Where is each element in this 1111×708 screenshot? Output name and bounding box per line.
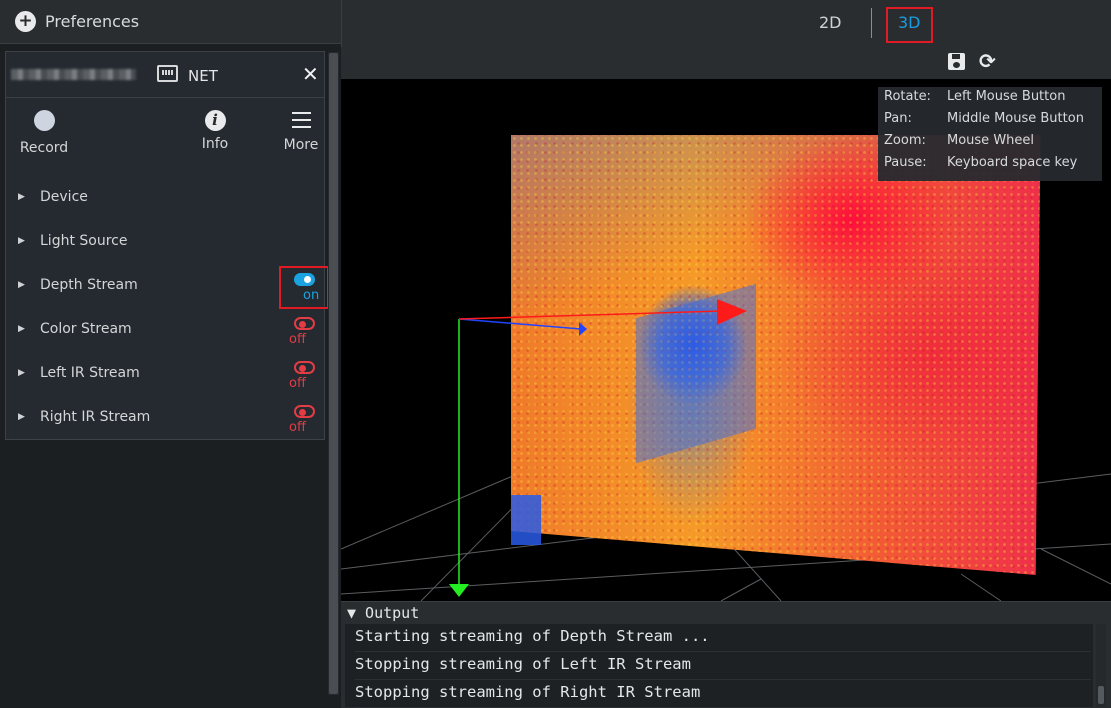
toggle-state-label: on	[303, 288, 320, 303]
left-ir-stream-toggle[interactable]	[294, 361, 315, 374]
plus-circle-icon[interactable]: +	[15, 11, 36, 32]
record-button[interactable]: Record	[9, 108, 79, 160]
hint-value: Mouse Wheel	[947, 133, 1035, 148]
section-label: Color Stream	[40, 321, 132, 337]
sidebar-scrollbar-thumb[interactable]	[329, 53, 338, 694]
axis-z-arrow	[579, 322, 587, 336]
device-panel: NET ✕ Record i Info More ▶ Device ▶ Ligh…	[5, 51, 325, 440]
preferences-sidebar: + Preferences NET ✕ Record i Info More ▶…	[0, 0, 341, 708]
log-line: Stopping streaming of Left IR Stream	[355, 652, 1091, 680]
hint-key: Pause:	[884, 155, 927, 170]
info-button[interactable]: i Info	[180, 108, 250, 160]
hint-row-rotate: Rotate: Left Mouse Button	[884, 87, 1104, 109]
viewer-toolbar: ⟳	[341, 47, 1111, 79]
section-label: Right IR Stream	[40, 409, 151, 425]
output-collapse-toggle[interactable]: ▼ Output	[347, 602, 419, 624]
view-tabbar: 2D 3D	[341, 0, 1111, 47]
device-panel-header: NET ✕	[6, 52, 324, 98]
more-button[interactable]: More	[266, 108, 336, 160]
axis-x-arrow	[717, 299, 747, 325]
expand-arrow-icon: ▶	[18, 280, 25, 290]
color-stream-toggle[interactable]	[294, 317, 315, 330]
axis-y-arrow	[449, 584, 469, 597]
network-port-icon	[157, 65, 178, 82]
tab-separator	[871, 8, 872, 38]
log-line: Starting streaming of Depth Stream ...	[355, 624, 1091, 652]
info-label: Info	[201, 136, 229, 152]
section-device[interactable]: ▶ Device	[6, 184, 324, 228]
hint-row-pan: Pan: Middle Mouse Button	[884, 109, 1104, 131]
refresh-icon[interactable]: ⟳	[979, 49, 996, 73]
connection-label: NET	[188, 67, 218, 85]
controls-hint-panel: Rotate: Left Mouse Button Pan: Middle Mo…	[878, 87, 1102, 181]
hint-value: Keyboard space key	[947, 155, 1078, 170]
expand-arrow-icon: ▶	[18, 192, 25, 202]
axis-x	[458, 310, 722, 320]
hint-key: Zoom:	[884, 133, 926, 148]
log-line: Stopping streaming of Right IR Stream	[355, 680, 1091, 708]
output-scrollbar-thumb[interactable]	[1098, 686, 1104, 704]
section-label: Depth Stream	[40, 277, 138, 293]
tab-2d[interactable]: 2D	[819, 13, 842, 32]
preferences-header[interactable]: + Preferences	[0, 0, 341, 44]
tab-3d[interactable]: 3D	[898, 13, 921, 32]
toggle-state-label: off	[289, 376, 306, 391]
section-left-ir-stream[interactable]: ▶ Left IR Stream off	[6, 360, 324, 404]
toggle-state-label: off	[289, 332, 306, 347]
expand-arrow-icon: ▶	[18, 368, 25, 378]
preferences-title: Preferences	[45, 12, 140, 31]
output-panel: ▼ Output Starting streaming of Depth Str…	[341, 601, 1111, 708]
axis-z	[458, 318, 582, 330]
3d-viewport[interactable]: Rotate: Left Mouse Button Pan: Middle Mo…	[341, 79, 1111, 601]
hint-key: Pan:	[884, 111, 912, 126]
hint-value: Left Mouse Button	[947, 89, 1066, 104]
section-right-ir-stream[interactable]: ▶ Right IR Stream off	[6, 404, 324, 448]
hint-value: Middle Mouse Button	[947, 111, 1084, 126]
info-icon: i	[204, 110, 226, 131]
output-log: Starting streaming of Depth Stream ... S…	[345, 624, 1093, 708]
right-ir-stream-toggle[interactable]	[294, 405, 315, 418]
section-label: Device	[40, 189, 88, 205]
hint-row-zoom: Zoom: Mouse Wheel	[884, 131, 1104, 153]
expand-arrow-icon: ▶	[18, 236, 25, 246]
device-name-blurred	[11, 69, 136, 80]
menu-icon	[291, 112, 311, 128]
section-label: Light Source	[40, 233, 128, 249]
section-light-source[interactable]: ▶ Light Source	[6, 228, 324, 272]
close-icon[interactable]: ✕	[302, 62, 319, 86]
section-depth-stream[interactable]: ▶ Depth Stream on	[6, 272, 324, 316]
record-icon	[33, 110, 55, 131]
hint-key: Rotate:	[884, 89, 931, 104]
hint-row-pause: Pause: Keyboard space key	[884, 153, 1104, 175]
more-label: More	[283, 137, 319, 153]
record-label: Record	[19, 140, 69, 156]
save-icon[interactable]	[948, 53, 965, 70]
depth-stream-toggle[interactable]	[294, 273, 315, 286]
expand-arrow-icon: ▶	[18, 412, 25, 422]
section-color-stream[interactable]: ▶ Color Stream off	[6, 316, 324, 360]
expand-arrow-icon: ▶	[18, 324, 25, 334]
section-label: Left IR Stream	[40, 365, 140, 381]
toggle-state-label: off	[289, 420, 306, 435]
